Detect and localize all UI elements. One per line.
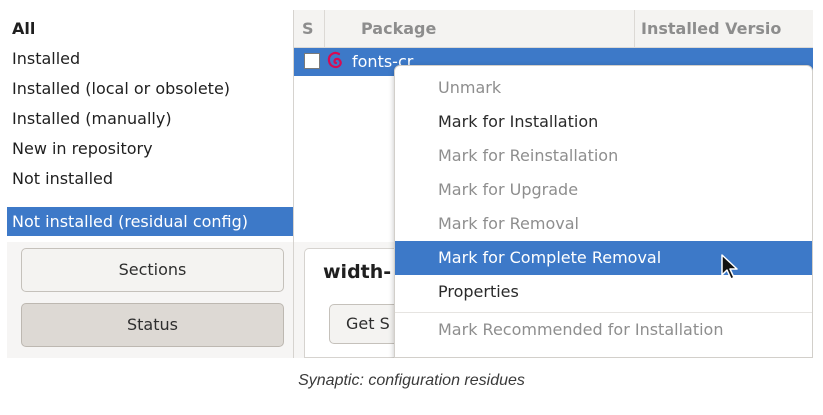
sections-button[interactable]: Sections bbox=[21, 248, 284, 292]
menu-item-mark-for-reinstallation[interactable]: Mark for Reinstallation bbox=[395, 139, 812, 173]
column-header-installed-version[interactable]: Installed Versio bbox=[634, 10, 781, 47]
debian-swirl-icon bbox=[327, 51, 342, 69]
column-header-package[interactable]: Package bbox=[324, 10, 436, 47]
package-checkbox[interactable] bbox=[304, 53, 320, 69]
figure-caption: Synaptic: configuration residues bbox=[298, 372, 525, 389]
menu-item-properties[interactable]: Properties bbox=[395, 275, 812, 309]
context-menu: Unmark Mark for Installation Mark for Re… bbox=[394, 65, 813, 358]
filter-item-installed-manually[interactable]: Installed (manually) bbox=[7, 104, 293, 133]
menu-item-mark-for-installation[interactable]: Mark for Installation bbox=[395, 105, 812, 139]
filter-item-installed[interactable]: Installed bbox=[7, 44, 293, 73]
filter-item-new-in-repository[interactable]: New in repository bbox=[7, 134, 293, 163]
menu-item-mark-for-complete-removal[interactable]: Mark for Complete Removal bbox=[395, 241, 812, 275]
menu-item-mark-for-upgrade[interactable]: Mark for Upgrade bbox=[395, 173, 812, 207]
filter-item-not-installed[interactable]: Not installed bbox=[7, 164, 293, 193]
filter-item-installed-local-or-obsolete[interactable]: Installed (local or obsolete) bbox=[7, 74, 293, 103]
package-detail-title: width- bbox=[323, 261, 392, 283]
column-header-status[interactable]: S bbox=[302, 10, 314, 47]
status-button[interactable]: Status bbox=[21, 303, 284, 347]
mouse-pointer-icon bbox=[721, 254, 738, 280]
menu-item-mark-recommended-for-installation[interactable]: Mark Recommended for Installation bbox=[395, 312, 812, 346]
filter-item-not-installed-residual-config[interactable]: Not installed (residual config) bbox=[7, 207, 293, 236]
package-list-header: S Package Installed Versio bbox=[294, 10, 813, 48]
synaptic-window: All Installed Installed (local or obsole… bbox=[7, 10, 813, 358]
menu-item-mark-for-removal[interactable]: Mark for Removal bbox=[395, 207, 812, 241]
menu-item-unmark[interactable]: Unmark bbox=[395, 71, 812, 105]
filter-list: All Installed Installed (local or obsole… bbox=[7, 10, 294, 242]
filter-item-all[interactable]: All bbox=[7, 14, 293, 43]
